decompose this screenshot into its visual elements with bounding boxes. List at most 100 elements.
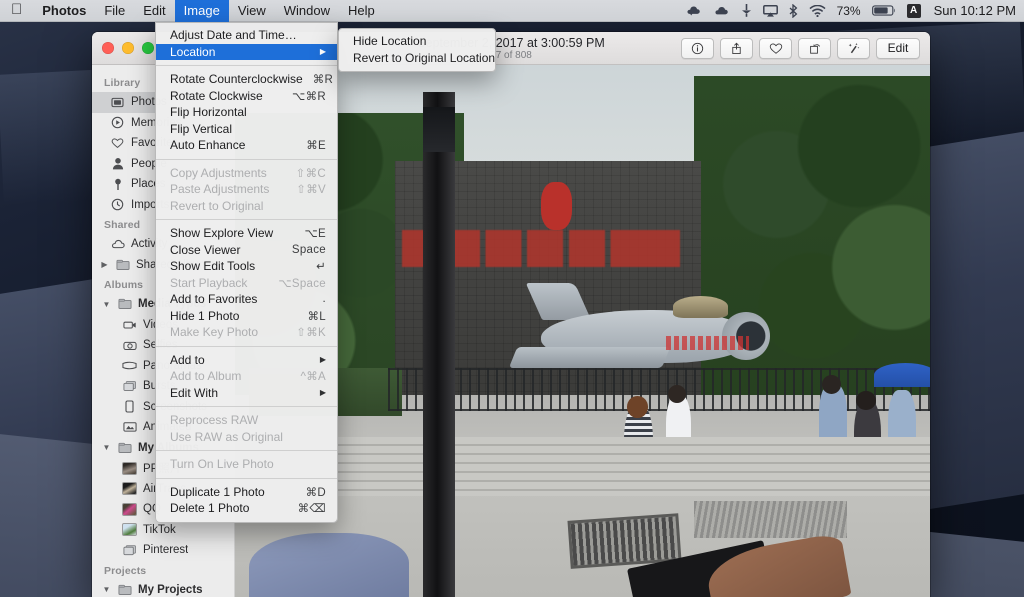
sidebar-item-album-tiktok[interactable]: TikTok <box>92 520 234 541</box>
menu-item-close-viewer[interactable]: Close Viewer Space <box>156 242 337 259</box>
rotate-button[interactable] <box>798 37 831 59</box>
menu-item-shortcut: ⌘⌫ <box>297 503 326 516</box>
menu-item-duplicate-1-photo[interactable]: Duplicate 1 Photo ⌘D <box>156 484 337 501</box>
minimize-button[interactable] <box>122 42 134 54</box>
bursts-icon <box>122 379 137 393</box>
menu-item-rotate-counterclockwise[interactable]: Rotate Counterclockwise ⌘R <box>156 71 337 88</box>
folder-icon <box>115 258 130 272</box>
clock-icon <box>110 198 125 212</box>
sidebar-item-album-pinterest[interactable]: Pinterest <box>92 540 234 561</box>
menu-item-flip-horizontal[interactable]: Flip Horizontal <box>156 104 337 121</box>
photo-plane-number <box>665 336 750 351</box>
edit-button[interactable]: Edit <box>876 37 920 59</box>
menu-item-revert-to-original: Revert to Original <box>156 198 337 215</box>
menu-item-label: Show Edit Tools <box>170 259 256 274</box>
menu-bar-items:  Photos File Edit Image View Window Hel… <box>0 0 384 22</box>
menu-item-shortcut: ⌥Space <box>278 277 326 290</box>
menu-photos[interactable]: Photos <box>33 0 95 22</box>
sidebar-section-projects: Projects <box>104 564 147 577</box>
menu-separator <box>156 406 337 407</box>
menu-item-label: Close Viewer <box>170 242 241 257</box>
menu-item-label: Auto Enhance <box>170 138 246 153</box>
folder-icon <box>117 297 132 311</box>
zoom-button[interactable] <box>142 42 154 54</box>
menu-item-label: Rotate Clockwise <box>170 88 263 103</box>
favorite-button[interactable] <box>759 37 792 59</box>
chevron-down-icon[interactable]: ▼ <box>102 443 111 452</box>
wifi-icon[interactable] <box>809 4 826 17</box>
info-button[interactable] <box>681 37 714 59</box>
menu-separator <box>156 450 337 451</box>
chevron-down-icon[interactable]: ▼ <box>102 585 111 594</box>
menu-item-start-playback: Start Playback ⌥Space <box>156 275 337 292</box>
share-button[interactable] <box>720 37 753 59</box>
submenu-item-revert-to-original-location[interactable]: Revert to Original Location <box>339 50 495 67</box>
menu-item-location[interactable]: Location ▶ <box>156 43 337 60</box>
menu-view[interactable]: View <box>229 0 275 22</box>
photo-plane-canopy <box>672 296 729 318</box>
menu-item-show-edit-tools[interactable]: Show Edit Tools ↵ <box>156 258 337 275</box>
menu-image[interactable]: Image <box>174 0 229 22</box>
menu-item-edit-with[interactable]: Edit With ▶ <box>156 385 337 402</box>
sidebar-item-label: My Projects <box>138 583 203 596</box>
menu-item-adjust-date-and-time[interactable]: Adjust Date and Time… <box>156 27 337 44</box>
menu-item-label: Revert to Original Location <box>353 50 496 65</box>
plug-icon[interactable] <box>741 4 752 17</box>
menu-item-hide-1-photo[interactable]: Hide 1 Photo ⌘L <box>156 308 337 325</box>
camera-icon <box>122 338 137 352</box>
menu-item-flip-vertical[interactable]: Flip Vertical <box>156 121 337 138</box>
photo-image <box>235 65 930 597</box>
menu-item-label: Location <box>170 44 216 59</box>
menu-item-auto-enhance[interactable]: Auto Enhance ⌘E <box>156 137 337 154</box>
photo-umbrella <box>874 362 930 387</box>
apple-menu-icon[interactable]:  <box>0 0 33 22</box>
traffic-lights[interactable] <box>92 42 154 54</box>
menu-item-shortcut: ⌘E <box>306 140 326 153</box>
menu-item-label: Start Playback <box>170 275 248 290</box>
menu-item-delete-1-photo[interactable]: Delete 1 Photo ⌘⌫ <box>156 500 337 517</box>
image-menu-dropdown: Adjust Date and Time… Location ▶ Rotate … <box>155 22 338 523</box>
bluetooth-icon[interactable] <box>789 3 798 18</box>
menu-window[interactable]: Window <box>275 0 339 22</box>
submenu-item-hide-location[interactable]: Hide Location <box>339 33 495 50</box>
menu-item-label: Copy Adjustments <box>170 165 267 180</box>
menu-item-shortcut: ^⌘A <box>300 371 326 384</box>
menu-item-label: Reprocess RAW <box>170 413 259 428</box>
airplay-icon[interactable] <box>762 4 778 17</box>
menu-item-show-explore-view[interactable]: Show Explore View ⌥E <box>156 225 337 242</box>
battery-icon[interactable] <box>871 5 896 16</box>
menu-item-label: Edit With <box>170 385 219 400</box>
menu-separator <box>156 477 337 479</box>
menu-separator <box>156 345 337 347</box>
chevron-right-icon[interactable]: ▶ <box>100 260 109 269</box>
enhance-button[interactable] <box>837 37 870 59</box>
menu-item-reprocess-raw: Reprocess RAW <box>156 412 337 429</box>
menu-edit[interactable]: Edit <box>134 0 174 22</box>
cloud-icon[interactable] <box>713 6 730 16</box>
menu-item-label: Use RAW as Original <box>170 429 283 444</box>
menu-item-label: Delete 1 Photo <box>170 501 250 516</box>
menu-item-shortcut: ↵ <box>316 261 326 274</box>
menu-item-shortcut: ⌥⌘R <box>292 90 326 103</box>
menu-item-add-to-favorites[interactable]: Add to Favorites . <box>156 291 337 308</box>
menu-item-label: Add to <box>170 352 205 367</box>
location-submenu: Hide Location Revert to Original Locatio… <box>338 28 496 72</box>
menu-help[interactable]: Help <box>339 0 384 22</box>
menu-item-label: Show Explore View <box>170 226 274 241</box>
cloud-download-icon[interactable] <box>685 5 702 17</box>
input-source-badge[interactable]: A <box>906 3 921 18</box>
menu-bar-clock[interactable]: Sun 10:12 PM <box>932 3 1016 18</box>
menu-item-rotate-clockwise[interactable]: Rotate Clockwise ⌥⌘R <box>156 88 337 105</box>
photo-viewer[interactable] <box>235 65 930 597</box>
folder-icon <box>117 583 132 597</box>
sidebar-item-my-projects[interactable]: ▼ My Projects <box>92 580 234 597</box>
close-button[interactable] <box>102 42 114 54</box>
menu-item-paste-adjustments: Paste Adjustments ⇧⌘V <box>156 181 337 198</box>
pin-icon <box>110 177 125 191</box>
menu-item-add-to[interactable]: Add to ▶ <box>156 352 337 369</box>
album-thumbnail <box>122 523 137 537</box>
chevron-down-icon[interactable]: ▼ <box>102 300 111 309</box>
menu-item-label: Hide Location <box>353 34 427 49</box>
menu-item-label: Add to Favorites <box>170 292 258 307</box>
menu-file[interactable]: File <box>95 0 134 22</box>
